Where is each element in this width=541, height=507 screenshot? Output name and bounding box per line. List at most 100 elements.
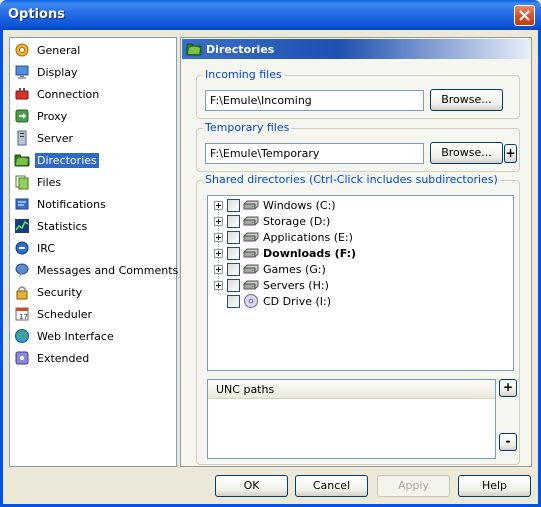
incoming-browse-button[interactable]: Browse... (430, 89, 503, 111)
sidebar-item-connection[interactable]: Connection (14, 84, 101, 104)
expand-icon[interactable] (214, 232, 223, 242)
sidebar-item-label: General (37, 43, 81, 57)
drive-row[interactable]: Downloads (F:) (214, 245, 356, 261)
expand-icon[interactable] (214, 248, 223, 258)
sidebar-item-irc[interactable]: IRC (14, 238, 57, 258)
close-button[interactable] (514, 5, 535, 26)
incoming-files-label: Incoming files (203, 68, 284, 81)
hard-drive-icon (243, 216, 259, 226)
drive-label: Downloads (F:) (263, 246, 357, 260)
drive-label: CD Drive (I:) (263, 294, 332, 308)
drive-row[interactable]: Applications (E:) (214, 229, 353, 245)
messages-icon (15, 263, 29, 277)
cancel-button[interactable]: Cancel (295, 475, 368, 497)
sidebar-item-label: Web Interface (37, 329, 114, 343)
sidebar-item-label: Notifications (37, 197, 106, 211)
hard-drive-icon (243, 248, 259, 258)
remove-unc-path-button[interactable]: - (499, 433, 517, 451)
temporary-browse-button[interactable]: Browse... (430, 142, 503, 164)
panel-title: Directories (206, 42, 275, 56)
ok-button[interactable]: OK (215, 475, 288, 497)
sidebar-item-web-interface[interactable]: Web Interface (14, 326, 116, 346)
drive-row[interactable]: CD Drive (I:) (214, 293, 331, 309)
folder-icon (14, 154, 30, 167)
drive-row[interactable]: Storage (D:) (214, 213, 330, 229)
irc-icon (15, 241, 29, 255)
folder-icon (186, 43, 202, 56)
sidebar-item-general[interactable]: General (14, 40, 82, 60)
sidebar-item-files[interactable]: Files (14, 172, 63, 192)
share-checkbox[interactable] (227, 198, 240, 212)
share-checkbox[interactable] (227, 214, 240, 228)
drive-row[interactable]: Servers (H:) (214, 277, 329, 293)
sidebar-item-extended[interactable]: Extended (14, 348, 91, 368)
share-checkbox[interactable] (227, 246, 240, 260)
sidebar-item-security[interactable]: Security (14, 282, 84, 302)
statistics-icon (15, 219, 29, 233)
sidebar-item-label: Display (37, 65, 78, 79)
expand-icon[interactable] (214, 200, 223, 210)
gear-icon (15, 43, 29, 57)
sidebar-item-scheduler[interactable]: 17 Scheduler (14, 304, 94, 324)
sidebar-item-messages-and-comments[interactable]: Messages and Comments (14, 260, 180, 280)
sidebar-item-label: Security (37, 285, 83, 299)
sidebar-item-label: Proxy (37, 109, 68, 123)
sidebar-item-label: Extended (37, 351, 90, 365)
sidebar-item-statistics[interactable]: Statistics (14, 216, 89, 236)
drive-label: Servers (H:) (263, 278, 329, 292)
unc-paths-list[interactable]: UNC paths (207, 379, 496, 459)
options-window: Options General Display Connection Proxy Ser… (0, 0, 541, 507)
globe-icon (15, 329, 29, 343)
extended-icon (15, 351, 29, 365)
hard-drive-icon (243, 232, 259, 242)
proxy-icon (15, 109, 29, 123)
temporary-path-field[interactable]: F:\Emule\Temporary (205, 143, 424, 164)
shared-directories-tree[interactable]: Windows (C:) Storage (D:) Applications (E:… (207, 195, 514, 371)
hard-drive-icon (243, 264, 259, 274)
sidebar-item-proxy[interactable]: Proxy (14, 106, 69, 126)
lock-icon (16, 286, 28, 300)
drive-row[interactable]: Windows (C:) (214, 197, 336, 213)
share-checkbox[interactable] (227, 278, 240, 292)
options-category-list[interactable]: General Display Connection Proxy Server Direc… (9, 37, 180, 467)
drive-row[interactable]: Games (G:) (214, 261, 326, 277)
sidebar-item-label: Directories (35, 152, 99, 168)
incoming-files-group: Incoming files F:\Emule\Incoming Browse.… (196, 68, 520, 119)
sidebar-item-display[interactable]: Display (14, 62, 80, 82)
incoming-path-field[interactable]: F:\Emule\Incoming (205, 90, 424, 111)
add-temporary-dir-button[interactable]: + (504, 144, 517, 163)
sidebar-item-label: Files (37, 175, 62, 189)
expand-icon[interactable] (214, 280, 223, 290)
connection-icon (15, 88, 29, 100)
expand-icon[interactable] (214, 216, 223, 226)
expand-icon[interactable] (214, 264, 223, 274)
share-checkbox[interactable] (227, 230, 240, 244)
title-bar[interactable]: Options (0, 0, 541, 30)
apply-button[interactable]: Apply (377, 475, 450, 497)
files-icon (15, 175, 29, 190)
sidebar-item-label: Statistics (37, 219, 88, 233)
cd-drive-icon (244, 294, 258, 308)
server-icon (17, 130, 27, 146)
unc-paths-header[interactable]: UNC paths (208, 380, 495, 399)
add-unc-path-button[interactable]: + (499, 379, 517, 397)
sidebar-item-label: Messages and Comments (37, 263, 179, 277)
shared-directories-group: Shared directories (Ctrl-Click includes … (196, 173, 520, 465)
sidebar-item-directories[interactable]: Directories (14, 150, 99, 170)
drive-label: Games (G:) (263, 262, 326, 276)
share-checkbox[interactable] (227, 262, 240, 276)
close-icon (519, 10, 530, 21)
drive-label: Windows (C:) (263, 198, 336, 212)
unc-paths-header-label: UNC paths (216, 383, 275, 396)
sidebar-item-notifications[interactable]: Notifications (14, 194, 108, 214)
sidebar-item-server[interactable]: Server (14, 128, 75, 148)
monitor-icon (15, 65, 29, 79)
sidebar-item-label: IRC (37, 241, 56, 255)
help-button[interactable]: Help (458, 475, 531, 497)
panel-header: Directories (182, 39, 530, 59)
sidebar-item-label: Connection (37, 87, 100, 101)
share-checkbox[interactable] (227, 294, 240, 308)
notifications-icon (15, 198, 29, 210)
calendar-icon: 17 (15, 307, 29, 321)
shared-directories-label: Shared directories (Ctrl-Click includes … (203, 173, 500, 186)
